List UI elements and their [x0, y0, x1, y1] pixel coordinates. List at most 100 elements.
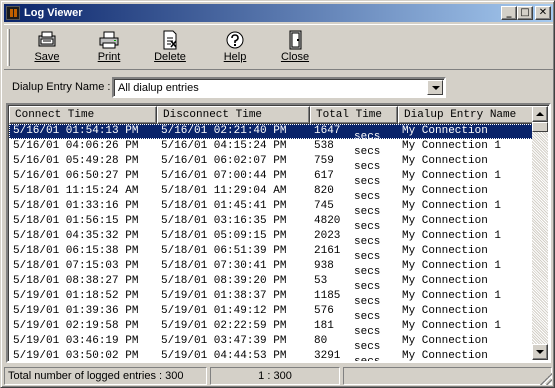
table-row[interactable]: 5/19/01 02:19:58 PM 5/19/01 02:22:59 PM 18…: [9, 319, 535, 334]
cell-connect-time: 5/19/01 03:46:19 PM: [13, 335, 139, 347]
total-time-value: 80: [314, 335, 328, 347]
cell-dialup-entry-name: My Connection 1: [402, 320, 502, 332]
delete-button[interactable]: Delete: [145, 28, 195, 68]
column-dialup-entry-name[interactable]: Dialup Entry Name: [398, 106, 535, 124]
cell-disconnect-time: 5/19/01 01:38:37 PM: [161, 290, 287, 302]
total-time-value: 820: [314, 185, 334, 197]
maximize-button[interactable]: □: [517, 6, 533, 20]
total-time-unit: secs: [354, 146, 381, 154]
total-time-unit: secs: [354, 221, 381, 229]
table-row[interactable]: 5/18/01 08:38:27 PM 5/18/01 08:39:20 PM 53…: [9, 274, 535, 289]
cell-disconnect-time: 5/18/01 06:51:39 PM: [161, 245, 287, 257]
total-time-unit: secs: [354, 266, 381, 274]
cell-disconnect-time: 5/16/01 07:00:44 PM: [161, 170, 287, 182]
scroll-down-button[interactable]: [532, 344, 548, 360]
total-time-value: 1647: [314, 125, 341, 137]
app-icon: [6, 6, 20, 20]
table-row[interactable]: 5/18/01 04:35:32 PM 5/18/01 05:09:15 PM 20…: [9, 229, 535, 244]
table-row[interactable]: 5/18/01 06:15:38 PM 5/18/01 06:51:39 PM 21…: [9, 244, 535, 259]
cell-disconnect-time: 5/18/01 03:16:35 PM: [161, 215, 287, 227]
table-row[interactable]: 5/18/01 07:15:03 PM 5/18/01 07:30:41 PM 93…: [9, 259, 535, 274]
total-time-value: 181: [314, 320, 334, 332]
title-bar[interactable]: Log Viewer _ □ ✕: [4, 4, 553, 22]
column-disconnect-time[interactable]: Disconnect Time: [157, 106, 310, 124]
resize-grip[interactable]: [540, 373, 552, 385]
cell-connect-time: 5/16/01 04:06:26 PM: [13, 140, 139, 152]
vertical-scrollbar[interactable]: [532, 106, 548, 360]
total-time-unit: secs: [354, 326, 381, 334]
cell-disconnect-time: 5/19/01 03:47:39 PM: [161, 335, 287, 347]
total-time-unit: secs: [354, 191, 381, 199]
close-window-button[interactable]: ✕: [535, 6, 551, 20]
help-button[interactable]: Help: [210, 28, 260, 68]
cell-disconnect-time: 5/16/01 02:21:40 PM: [161, 125, 287, 137]
scroll-up-button[interactable]: [532, 106, 548, 122]
cell-total-time: 820 secs: [310, 184, 398, 199]
list-rows: 5/16/01 01:54:13 PM 5/16/01 02:21:40 PM 16…: [9, 124, 535, 362]
cell-connect-time: 5/16/01 06:50:27 PM: [13, 170, 139, 182]
cell-disconnect-time: 5/16/01 06:02:07 PM: [161, 155, 287, 167]
table-row[interactable]: 5/19/01 03:46:19 PM 5/19/01 03:47:39 PM 80…: [9, 334, 535, 349]
cell-total-time: 617 secs: [310, 169, 398, 184]
cell-disconnect-time: 5/16/01 04:15:24 PM: [161, 140, 287, 152]
chevron-down-icon[interactable]: [427, 80, 443, 95]
scroll-thumb[interactable]: [532, 122, 548, 132]
close-door-icon: [289, 30, 302, 50]
cell-total-time: 1185 secs: [310, 289, 398, 304]
table-row[interactable]: 5/18/01 01:33:16 PM 5/18/01 01:45:41 PM 74…: [9, 199, 535, 214]
print-label: Print: [97, 51, 121, 63]
toolbar-grip[interactable]: [7, 29, 10, 66]
cell-connect-time: 5/19/01 02:19:58 PM: [13, 320, 139, 332]
total-time-unit: secs: [354, 311, 381, 319]
total-time-value: 938: [314, 260, 334, 272]
cell-total-time: 538 secs: [310, 139, 398, 154]
print-button[interactable]: Print: [84, 28, 134, 68]
table-row[interactable]: 5/16/01 04:06:26 PM 5/16/01 04:15:24 PM 53…: [9, 139, 535, 154]
total-time-value: 745: [314, 200, 334, 212]
total-time-unit: secs: [354, 281, 381, 289]
cell-dialup-entry-name: My Connection 1: [402, 230, 502, 242]
total-time-unit: secs: [354, 236, 381, 244]
cell-connect-time: 5/18/01 04:35:32 PM: [13, 230, 139, 242]
table-row[interactable]: 5/19/01 01:18:52 PM 5/19/01 01:38:37 PM 11…: [9, 289, 535, 304]
total-time-unit: secs: [354, 341, 381, 349]
dialup-entry-dropdown[interactable]: All dialup entries: [112, 77, 446, 98]
help-label: Help: [223, 51, 247, 63]
save-icon: [38, 31, 56, 47]
printer-icon: [99, 31, 119, 49]
table-row[interactable]: 5/18/01 01:56:15 PM 5/18/01 03:16:35 PM 48…: [9, 214, 535, 229]
cell-dialup-entry-name: My Connection: [402, 215, 488, 227]
table-row[interactable]: 5/18/01 11:15:24 AM 5/18/01 11:29:04 AM 82…: [9, 184, 535, 199]
table-row[interactable]: 5/19/01 03:50:02 PM 5/19/01 04:44:53 PM 32…: [9, 349, 535, 362]
cell-total-time: 745 secs: [310, 199, 398, 214]
minimize-button[interactable]: _: [501, 6, 517, 20]
table-row[interactable]: 5/16/01 06:50:27 PM 5/16/01 07:00:44 PM 61…: [9, 169, 535, 184]
cell-total-time: 2023 secs: [310, 229, 398, 244]
cell-disconnect-time: 5/19/01 04:44:53 PM: [161, 350, 287, 362]
save-button[interactable]: Save: [22, 28, 72, 68]
column-total-time[interactable]: Total Time: [310, 106, 398, 124]
total-time-value: 759: [314, 155, 334, 167]
log-viewer-window: Log Viewer _ □ ✕ Save Print Delete Help …: [0, 0, 555, 388]
status-empty-pane: [343, 367, 552, 385]
cell-dialup-entry-name: My Connection 1: [402, 200, 502, 212]
filter-bar: Dialup Entry Name : All dialup entries: [4, 75, 553, 99]
cell-connect-time: 5/18/01 08:38:27 PM: [13, 275, 139, 287]
close-button[interactable]: Close: [270, 28, 320, 68]
total-time-unit: secs: [354, 176, 381, 184]
table-row[interactable]: 5/16/01 01:54:13 PM 5/16/01 02:21:40 PM 16…: [9, 124, 535, 139]
column-connect-time[interactable]: Connect Time: [9, 106, 157, 124]
cell-dialup-entry-name: My Connection 1: [402, 140, 502, 152]
cell-total-time: 53 secs: [310, 274, 398, 289]
table-row[interactable]: 5/19/01 01:39:36 PM 5/19/01 01:49:12 PM 57…: [9, 304, 535, 319]
log-list[interactable]: Connect Time Disconnect Time Total Time …: [6, 103, 551, 363]
total-time-value: 538: [314, 140, 334, 152]
cell-connect-time: 5/16/01 05:49:28 PM: [13, 155, 139, 167]
list-header: Connect Time Disconnect Time Total Time …: [9, 106, 535, 124]
table-row[interactable]: 5/16/01 05:49:28 PM 5/16/01 06:02:07 PM 75…: [9, 154, 535, 169]
cell-disconnect-time: 5/19/01 01:49:12 PM: [161, 305, 287, 317]
cell-connect-time: 5/18/01 01:33:16 PM: [13, 200, 139, 212]
cell-dialup-entry-name: My Connection: [402, 155, 488, 167]
cell-dialup-entry-name: My Connection: [402, 245, 488, 257]
total-time-value: 53: [314, 275, 328, 287]
